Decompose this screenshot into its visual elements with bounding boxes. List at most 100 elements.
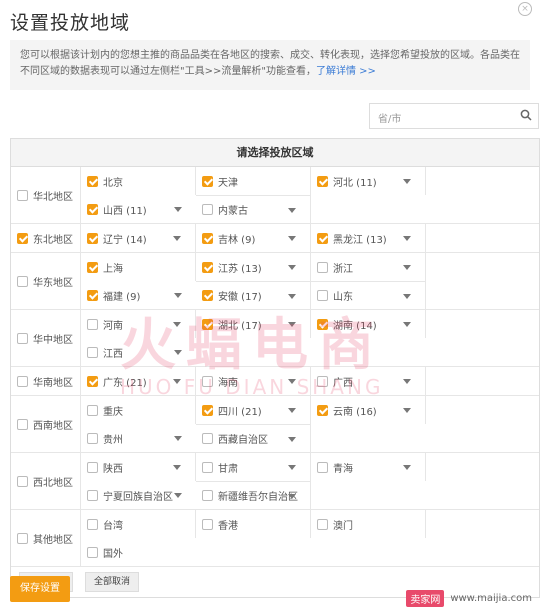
chevron-down-icon[interactable]: [403, 379, 411, 384]
province-item[interactable]: 江苏 (13): [196, 253, 311, 281]
close-icon[interactable]: ×: [518, 2, 532, 16]
province-item[interactable]: 国外: [81, 538, 196, 566]
deselect-all-button[interactable]: 全部取消: [85, 572, 140, 592]
region-label[interactable]: 东北地区: [11, 224, 81, 252]
province-checkbox[interactable]: [87, 203, 98, 215]
chevron-down-icon[interactable]: [288, 494, 296, 499]
region-checkbox[interactable]: [17, 375, 28, 387]
chevron-down-icon[interactable]: [403, 236, 411, 241]
province-checkbox[interactable]: [87, 404, 98, 416]
region-checkbox[interactable]: [17, 275, 28, 287]
province-checkbox[interactable]: [317, 518, 328, 530]
chevron-down-icon[interactable]: [288, 208, 296, 213]
chevron-down-icon[interactable]: [403, 179, 411, 184]
chevron-down-icon[interactable]: [288, 265, 296, 270]
chevron-down-icon[interactable]: [288, 408, 296, 413]
chevron-down-icon[interactable]: [288, 437, 296, 442]
chevron-down-icon[interactable]: [403, 294, 411, 299]
province-checkbox[interactable]: [202, 175, 213, 187]
province-checkbox[interactable]: [202, 461, 213, 473]
province-item[interactable]: 北京: [81, 167, 196, 195]
chevron-down-icon[interactable]: [403, 465, 411, 470]
chevron-down-icon[interactable]: [173, 465, 181, 470]
region-label[interactable]: 西北地区: [11, 453, 81, 509]
chevron-down-icon[interactable]: [173, 236, 181, 241]
province-checkbox[interactable]: [317, 232, 328, 244]
region-label[interactable]: 华东地区: [11, 253, 81, 309]
chevron-down-icon[interactable]: [174, 493, 182, 498]
province-item[interactable]: 陕西: [81, 453, 196, 481]
province-item[interactable]: 湖南 (14): [311, 310, 426, 338]
province-item[interactable]: 山西 (11): [81, 195, 196, 223]
province-item[interactable]: 新疆维吾尔自治区: [196, 481, 311, 509]
province-item[interactable]: 湖北 (17): [196, 310, 311, 338]
province-item[interactable]: 浙江: [311, 253, 426, 281]
region-label[interactable]: 其他地区: [11, 510, 81, 566]
province-item[interactable]: 河北 (11): [311, 167, 426, 195]
province-checkbox[interactable]: [87, 318, 98, 330]
region-checkbox[interactable]: [17, 418, 28, 430]
province-checkbox[interactable]: [87, 432, 98, 444]
province-item[interactable]: 上海: [81, 253, 196, 281]
province-checkbox[interactable]: [202, 318, 213, 330]
province-item[interactable]: 贵州: [81, 424, 196, 452]
province-item[interactable]: 内蒙古: [196, 195, 311, 223]
province-checkbox[interactable]: [202, 204, 213, 215]
province-checkbox[interactable]: [202, 290, 213, 301]
chevron-down-icon[interactable]: [288, 236, 296, 241]
chevron-down-icon[interactable]: [288, 465, 296, 470]
province-checkbox[interactable]: [202, 490, 213, 501]
province-checkbox[interactable]: [87, 461, 98, 473]
search-icon[interactable]: [520, 109, 532, 121]
province-checkbox[interactable]: [202, 433, 213, 444]
province-item[interactable]: 黑龙江 (13): [311, 224, 426, 252]
chevron-down-icon[interactable]: [174, 207, 182, 212]
chevron-down-icon[interactable]: [173, 322, 181, 327]
region-label[interactable]: 华中地区: [11, 310, 81, 366]
province-item[interactable]: 河南: [81, 310, 196, 338]
province-checkbox[interactable]: [317, 261, 328, 273]
province-checkbox[interactable]: [317, 290, 328, 301]
chevron-down-icon[interactable]: [173, 379, 181, 384]
province-checkbox[interactable]: [317, 175, 328, 187]
chevron-down-icon[interactable]: [403, 408, 411, 413]
province-checkbox[interactable]: [202, 261, 213, 273]
province-checkbox[interactable]: [317, 461, 328, 473]
province-item[interactable]: 广东 (21): [81, 367, 196, 395]
chevron-down-icon[interactable]: [174, 436, 182, 441]
province-checkbox[interactable]: [87, 489, 98, 501]
region-checkbox[interactable]: [17, 232, 28, 244]
region-label[interactable]: 华北地区: [11, 167, 81, 223]
chevron-down-icon[interactable]: [288, 294, 296, 299]
chevron-down-icon[interactable]: [174, 350, 182, 355]
province-checkbox[interactable]: [87, 346, 98, 358]
region-checkbox[interactable]: [17, 532, 28, 544]
region-checkbox[interactable]: [17, 189, 28, 201]
province-checkbox[interactable]: [317, 404, 328, 416]
province-item[interactable]: 云南 (16): [311, 396, 426, 424]
province-item[interactable]: 福建 (9): [81, 281, 196, 309]
province-checkbox[interactable]: [202, 518, 213, 530]
province-checkbox[interactable]: [202, 404, 213, 416]
chevron-down-icon[interactable]: [288, 379, 296, 384]
province-item[interactable]: 台湾: [81, 510, 196, 538]
region-checkbox[interactable]: [17, 475, 28, 487]
province-checkbox[interactable]: [87, 375, 98, 387]
province-checkbox[interactable]: [87, 518, 98, 530]
chevron-down-icon[interactable]: [403, 322, 411, 327]
province-checkbox[interactable]: [202, 375, 213, 387]
province-item[interactable]: 吉林 (9): [196, 224, 311, 252]
province-search-input[interactable]: 省/市: [369, 103, 539, 129]
province-item[interactable]: 山东: [311, 281, 426, 309]
province-item[interactable]: 天津: [196, 167, 311, 195]
region-label[interactable]: 西南地区: [11, 396, 81, 452]
province-checkbox[interactable]: [317, 318, 328, 330]
province-checkbox[interactable]: [87, 261, 98, 273]
chevron-down-icon[interactable]: [288, 322, 296, 327]
province-checkbox[interactable]: [87, 289, 98, 301]
province-item[interactable]: 四川 (21): [196, 396, 311, 424]
province-item[interactable]: 宁夏回族自治区: [81, 481, 196, 509]
region-checkbox[interactable]: [17, 332, 28, 344]
province-item[interactable]: 海南: [196, 367, 311, 395]
province-checkbox[interactable]: [202, 232, 213, 244]
